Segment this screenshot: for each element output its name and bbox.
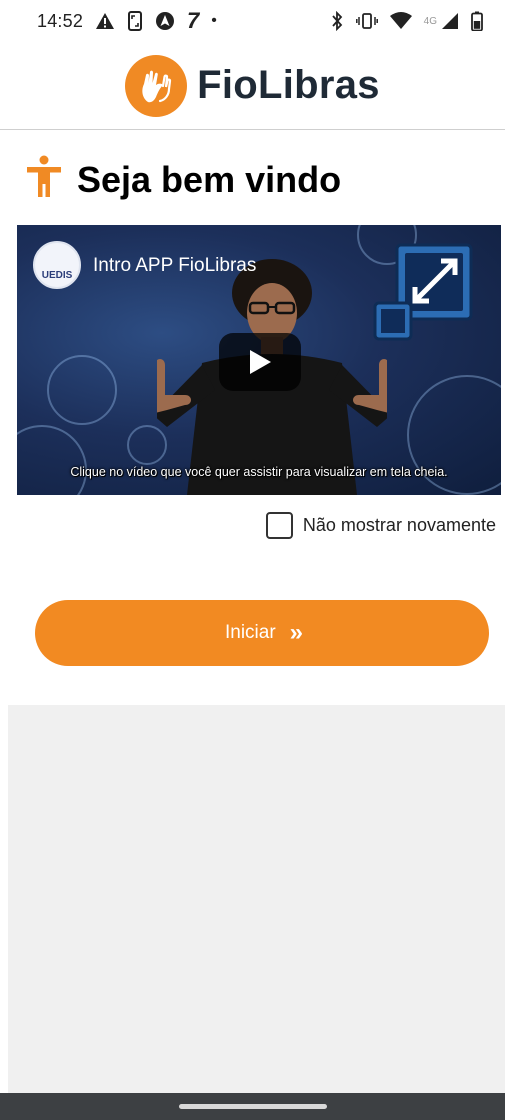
intro-video-player[interactable]: UEDIS Intro APP FioLibras Clique no víde… <box>17 225 501 495</box>
accessibility-person-icon <box>25 155 63 204</box>
channel-avatar[interactable]: UEDIS <box>33 241 81 289</box>
play-icon <box>250 350 271 374</box>
background-virus-shape <box>17 425 87 495</box>
app-header: FioLibras <box>0 42 505 130</box>
bluetooth-icon <box>330 11 344 31</box>
start-button-label: Iniciar <box>224 622 276 643</box>
dont-show-again-option[interactable]: Não mostrar novamente <box>265 512 496 539</box>
welcome-title: Seja bem vindo <box>77 158 342 200</box>
battery-icon <box>471 11 483 31</box>
video-title[interactable]: Intro APP FioLibras <box>93 255 256 277</box>
status-bar-right: 4G <box>330 11 483 31</box>
wifi-icon <box>389 12 412 30</box>
sign-language-hands-icon <box>125 54 188 117</box>
status-bar: 14:52 7 • 4G <box>0 0 505 42</box>
screenshot-icon <box>127 11 143 31</box>
channel-badge-text: UEDIS <box>41 270 73 281</box>
status-time: 14:52 <box>37 10 84 31</box>
app-name: FioLibras <box>197 63 380 107</box>
start-button[interactable]: Iniciar » <box>35 600 489 666</box>
warning-icon <box>95 12 115 30</box>
vibrate-icon <box>355 12 378 30</box>
dot-icon: • <box>211 12 217 29</box>
nav-app-icon <box>155 11 175 31</box>
content-placeholder-area <box>8 705 505 1093</box>
home-gesture-handle[interactable] <box>178 1104 327 1109</box>
dont-show-again-checkbox[interactable] <box>265 512 293 539</box>
dont-show-again-label: Não mostrar novamente <box>302 515 496 535</box>
system-navigation-bar <box>0 1093 505 1120</box>
network-type: 4G <box>423 15 437 27</box>
signal-icon <box>441 12 459 30</box>
seven-icon: 7 <box>187 8 200 33</box>
welcome-heading: Seja bem vindo <box>25 155 341 204</box>
background-virus-shape <box>47 355 117 425</box>
video-caption: Clique no vídeo que você quer assistir p… <box>70 465 448 479</box>
status-bar-left: 14:52 7 • <box>37 8 217 34</box>
double-chevron-right-icon: » <box>289 619 304 646</box>
fullscreen-art-icon <box>373 243 473 341</box>
play-button[interactable] <box>219 333 301 391</box>
